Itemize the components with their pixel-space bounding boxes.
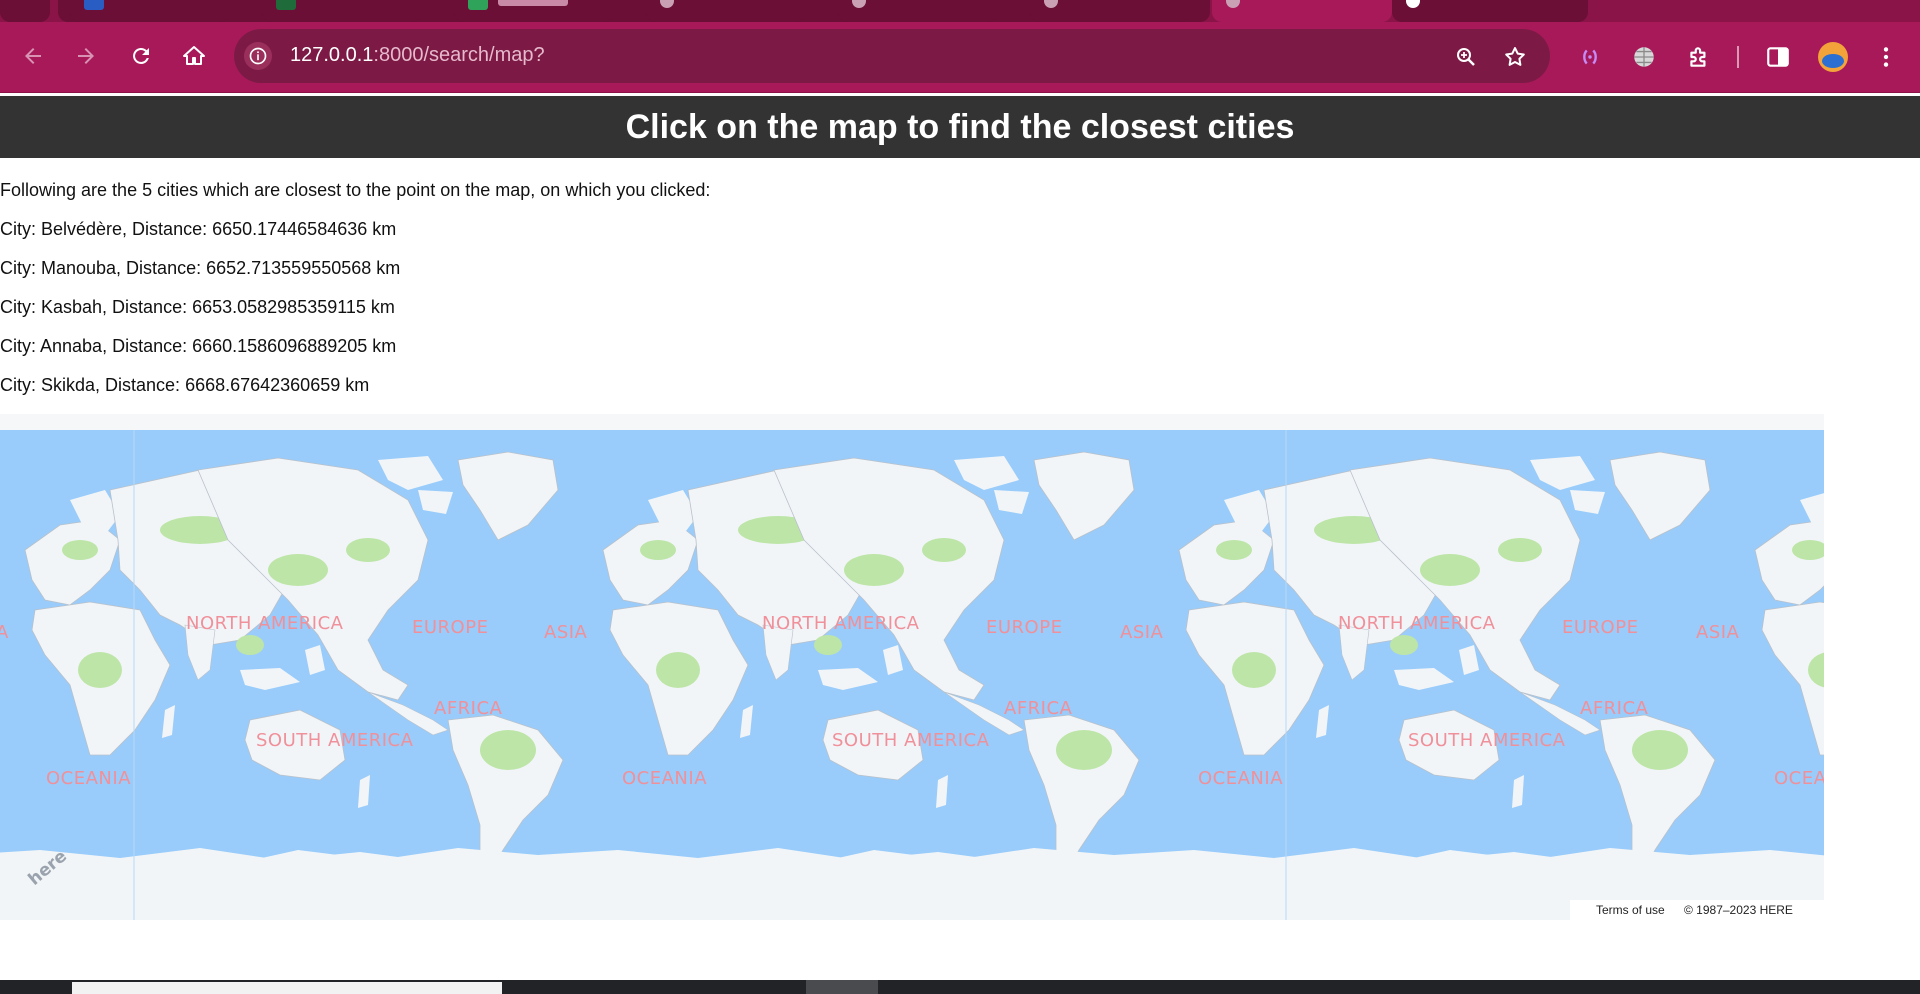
site-icon — [84, 0, 104, 10]
globe-icon — [1226, 0, 1240, 8]
map-label-south-america: SOUTH AMERICA — [1408, 730, 1566, 751]
map-label-africa: AFRICA — [434, 698, 503, 719]
home-icon — [183, 46, 205, 65]
result-item: City: Manouba, Distance: 6652.7135595505… — [0, 258, 401, 278]
map-label-oceania: OCEANIA — [622, 768, 708, 789]
terms-of-use-link[interactable]: Terms of use — [1596, 903, 1665, 917]
map-label-asia: ASIA — [1696, 622, 1740, 643]
side-panel-icon — [1767, 47, 1789, 67]
arrow-right-icon — [78, 48, 94, 64]
page-header: Click on the map to find the closest cit… — [0, 96, 1920, 158]
reload-icon — [133, 47, 149, 64]
map-label-north-america: NORTH AMERICA — [762, 613, 920, 634]
map-attribution: Terms of use © 1987–2023 HERE — [1570, 900, 1824, 920]
extensions-menu-button[interactable] — [1683, 41, 1715, 73]
tab[interactable] — [838, 0, 998, 22]
map-label-north-america: NORTH AMERICA — [186, 613, 344, 634]
page-title: Click on the map to find the closest cit… — [625, 107, 1295, 146]
globe-icon — [1044, 0, 1058, 8]
map-label-oceania: OCEA — [1774, 768, 1824, 789]
url-host: 127.0.0.1 — [290, 44, 374, 66]
result-item: City: Kasbah, Distance: 6653.05829853591… — [0, 297, 395, 317]
map-label-africa: AFRICA — [1580, 698, 1649, 719]
tab[interactable] — [646, 0, 806, 22]
map-label-asia: A — [0, 622, 9, 643]
tab[interactable] — [1030, 0, 1190, 22]
star-icon — [1505, 47, 1525, 66]
globe-icon — [660, 0, 674, 8]
side-panel-button[interactable] — [1762, 41, 1794, 73]
home-button[interactable] — [174, 36, 214, 76]
results-intro: Following are the 5 cities which are clo… — [0, 180, 711, 200]
github-icon — [1406, 0, 1420, 8]
url-text[interactable]: 127.0.0.1:8000/search/map? — [290, 44, 545, 67]
sheets-icon — [468, 0, 488, 10]
map-label-africa: AFRICA — [1004, 698, 1073, 719]
tab-active[interactable] — [1212, 0, 1392, 22]
world-map[interactable]: A OCEANIA NORTH AMERICA EUROPE ASIA AFRI… — [0, 414, 1824, 920]
puzzle-icon — [1690, 47, 1706, 67]
reload-button[interactable] — [121, 36, 161, 76]
map-label-oceania: OCEANIA — [1198, 768, 1284, 789]
map-canvas[interactable] — [0, 430, 1824, 920]
tab[interactable] — [1392, 0, 1588, 22]
arrow-left-icon — [25, 48, 41, 64]
profile-avatar[interactable] — [1818, 42, 1848, 72]
toolbar-separator — [1737, 46, 1739, 68]
taskbar-app[interactable] — [806, 980, 878, 994]
globe-icon — [852, 0, 866, 8]
bookmark-button[interactable] — [1501, 43, 1529, 71]
zoom-button[interactable] — [1452, 43, 1480, 71]
map-label-south-america: SOUTH AMERICA — [832, 730, 990, 751]
kebab-menu-icon — [1883, 47, 1889, 67]
map-label-oceania: OCEANIA — [46, 768, 132, 789]
map-copyright: © 1987–2023 HERE — [1684, 903, 1793, 917]
map-label-europe: EUROPE — [986, 617, 1063, 638]
result-item: City: Annaba, Distance: 6660.15860968892… — [0, 336, 397, 356]
extension-button[interactable] — [1574, 41, 1606, 73]
tab-strip — [0, 0, 1920, 22]
tab-pinned[interactable] — [0, 0, 50, 22]
browser-menu-button[interactable] — [1870, 41, 1902, 73]
map-label-asia: ASIA — [1120, 622, 1164, 643]
result-item: City: Belvédère, Distance: 6650.17446584… — [0, 219, 397, 239]
site-icon — [276, 0, 296, 10]
map-label-north-america: NORTH AMERICA — [1338, 613, 1496, 634]
tab[interactable] — [262, 0, 422, 22]
info-icon — [249, 47, 267, 65]
map-label-south-america: SOUTH AMERICA — [256, 730, 414, 751]
results-list: City: Belvédère, Distance: 6650.17446584… — [0, 219, 400, 414]
result-item: City: Skikda, Distance: 6668.67642360659… — [0, 375, 370, 395]
globe-grid-icon — [1634, 47, 1654, 67]
translate-extension-button[interactable] — [1628, 41, 1660, 73]
back-button[interactable] — [13, 36, 53, 76]
map-label-asia: ASIA — [544, 622, 588, 643]
tab[interactable] — [70, 0, 230, 22]
taskbar-app[interactable] — [72, 982, 502, 994]
extension-brackets-icon — [1583, 49, 1597, 65]
tab[interactable] — [454, 0, 614, 22]
map-label-europe: EUROPE — [412, 617, 489, 638]
map-label-europe: EUROPE — [1562, 617, 1639, 638]
url-path: :8000/search/map? — [373, 44, 545, 66]
forward-button[interactable] — [66, 36, 106, 76]
site-info-button[interactable] — [244, 42, 272, 70]
zoom-icon — [1457, 48, 1475, 66]
